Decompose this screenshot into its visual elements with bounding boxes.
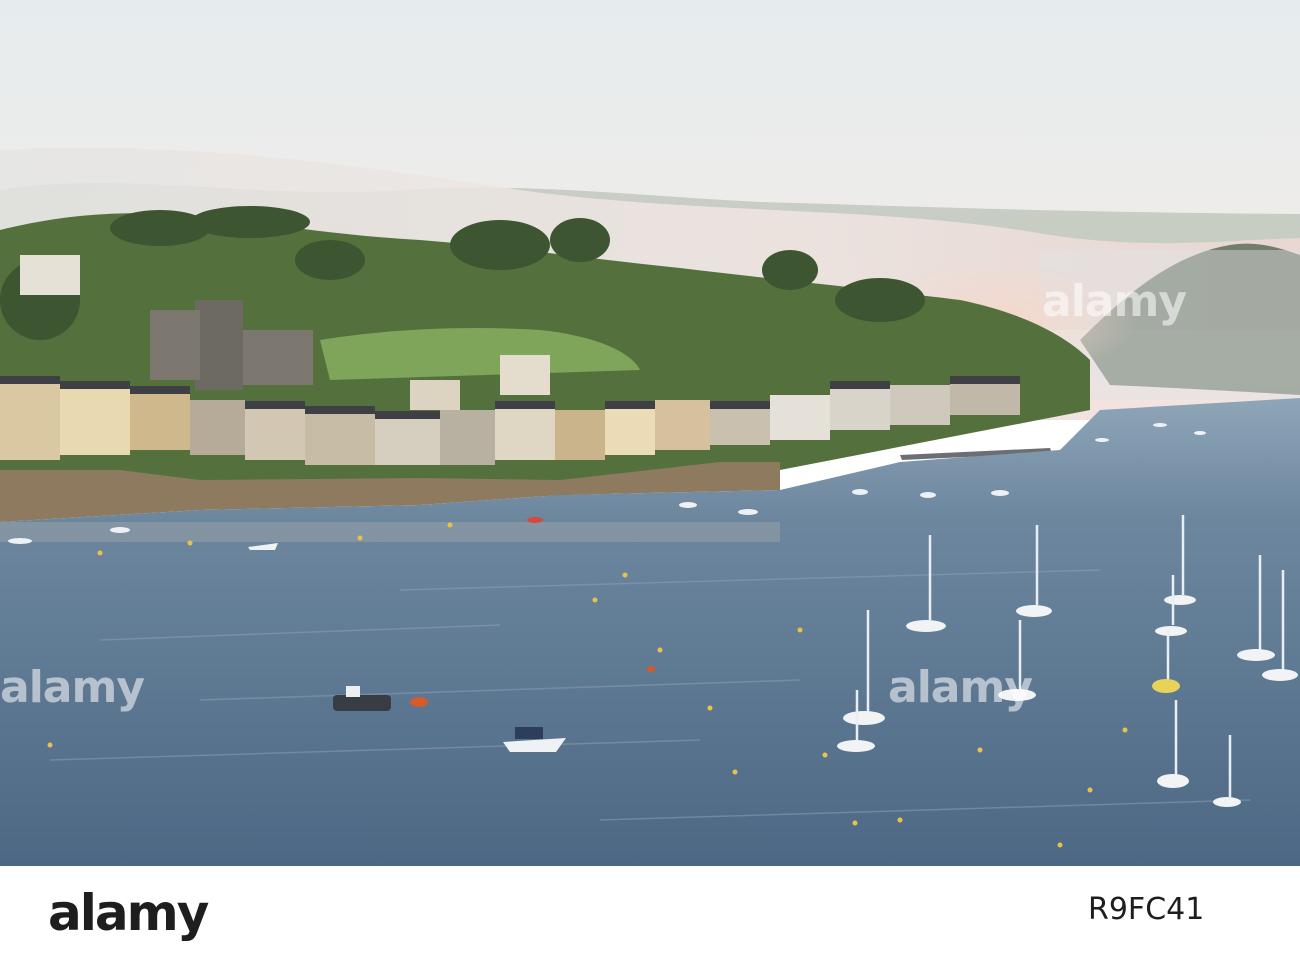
photo-frame: alamy alamy alamy alamy R9FC41 <box>0 0 1300 956</box>
watermark: alamy <box>1042 276 1187 327</box>
watermark: alamy <box>0 662 145 713</box>
mooring-buoy <box>647 666 655 672</box>
image-code: R9FC41 <box>1088 892 1205 927</box>
brand-footer: alamy R9FC41 <box>0 866 1300 956</box>
watermark: alamy <box>888 662 1033 713</box>
brand-logo: alamy <box>48 884 209 942</box>
mooring-buoy <box>410 697 428 707</box>
estuary-harbour-photo <box>0 0 1300 866</box>
